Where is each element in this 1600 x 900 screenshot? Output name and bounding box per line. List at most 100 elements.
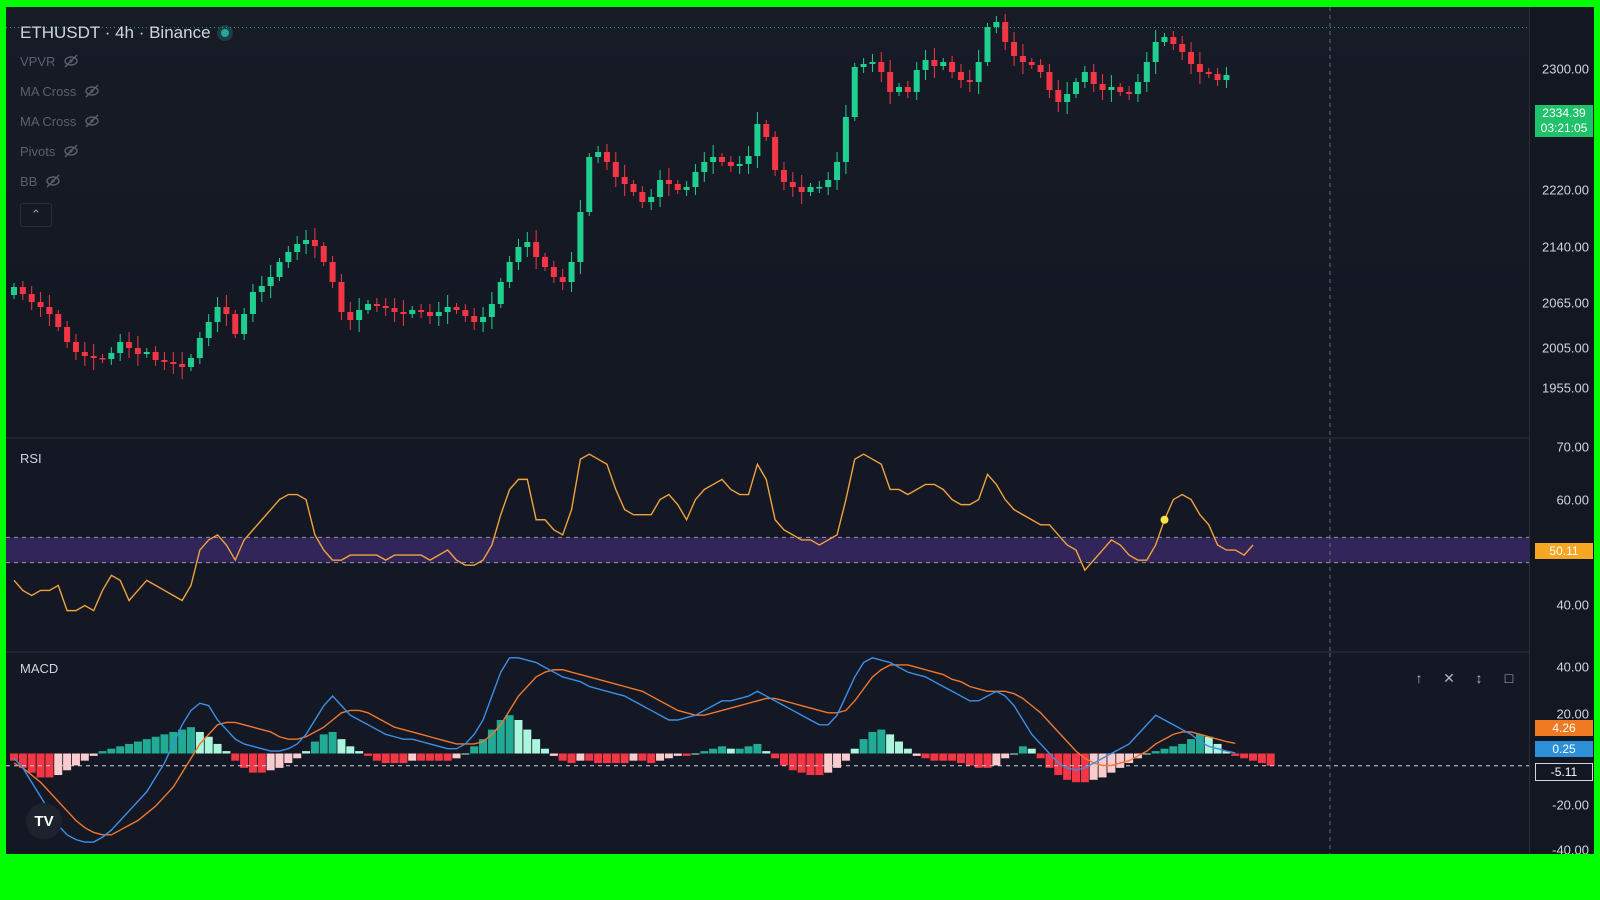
hidden-eye-icon[interactable] bbox=[45, 173, 61, 189]
candle-body bbox=[533, 242, 540, 257]
symbol-title[interactable]: ETHUSDT · 4h · Binance bbox=[20, 23, 211, 43]
collapse-pane-button[interactable]: ↕ bbox=[1468, 667, 1490, 689]
candle-body bbox=[550, 267, 557, 277]
candle-body bbox=[391, 308, 398, 312]
candle-body bbox=[701, 162, 708, 172]
maximize-pane-button[interactable]: □ bbox=[1498, 667, 1520, 689]
histogram-bar bbox=[63, 753, 72, 771]
histogram-bar bbox=[231, 753, 240, 761]
chart-frame: ETHUSDT · 4h · Binance VPVR MA Cross MA … bbox=[6, 7, 1594, 854]
candle-body bbox=[1019, 56, 1026, 62]
macd-chart[interactable] bbox=[6, 653, 1529, 854]
hidden-eye-icon[interactable] bbox=[84, 113, 100, 129]
histogram-bar bbox=[89, 753, 98, 756]
candle-body bbox=[400, 312, 407, 314]
indicator-pivots[interactable]: Pivots bbox=[20, 143, 79, 159]
candle-body bbox=[249, 292, 256, 314]
indicator-ma-cross-2[interactable]: MA Cross bbox=[20, 113, 100, 129]
price-tick: 2140.00 bbox=[1542, 239, 1589, 255]
histogram-bar bbox=[718, 746, 726, 754]
histogram-bar bbox=[585, 753, 594, 761]
histogram-bar bbox=[434, 753, 443, 761]
histogram-bar bbox=[328, 731, 337, 754]
histogram-bar bbox=[629, 753, 638, 761]
histogram-bar bbox=[965, 753, 974, 766]
candle-body bbox=[674, 184, 681, 190]
candle-body bbox=[72, 342, 79, 352]
move-pane-up-button[interactable]: ↑ bbox=[1408, 667, 1430, 689]
hidden-eye-icon[interactable] bbox=[63, 143, 79, 159]
candle-body bbox=[789, 182, 796, 187]
candle-body bbox=[126, 342, 133, 348]
macd-pane[interactable]: MACD bbox=[6, 653, 1529, 854]
histogram-bar bbox=[912, 753, 921, 756]
histogram-bar bbox=[346, 746, 355, 754]
candle-body bbox=[727, 162, 734, 166]
candle-body bbox=[887, 72, 894, 92]
candle-body bbox=[338, 282, 345, 312]
candle-body bbox=[37, 302, 44, 307]
candle-body bbox=[568, 262, 575, 282]
candle-body bbox=[710, 157, 717, 162]
candle-body bbox=[99, 358, 106, 360]
histogram-bar bbox=[903, 748, 912, 754]
remove-pane-button[interactable]: ✕ bbox=[1438, 667, 1460, 689]
histogram-bar bbox=[142, 739, 151, 754]
histogram-bar bbox=[1178, 743, 1187, 754]
histogram-bar bbox=[1195, 734, 1204, 754]
histogram-bar bbox=[133, 741, 142, 754]
rsi-chart[interactable] bbox=[6, 439, 1529, 651]
candle-body bbox=[1002, 22, 1009, 42]
histogram-bar bbox=[390, 753, 399, 764]
candle-body bbox=[258, 286, 265, 292]
histogram-bar bbox=[364, 753, 372, 756]
indicator-ma-cross[interactable]: MA Cross bbox=[20, 83, 100, 99]
histogram-bar bbox=[948, 753, 957, 761]
candle-body bbox=[497, 282, 504, 304]
histogram-bar bbox=[1160, 748, 1169, 754]
candle-body bbox=[108, 353, 115, 359]
candle-body bbox=[1134, 82, 1141, 94]
rsi-line bbox=[13, 453, 1254, 612]
price-axis[interactable]: 2300.00 2220.00 2140.00 2065.00 2005.00 … bbox=[1529, 7, 1594, 854]
histogram-bar bbox=[1249, 753, 1257, 761]
histogram-bar bbox=[939, 753, 948, 761]
collapse-legend-button[interactable]: ⌃ bbox=[20, 203, 52, 227]
candle-body bbox=[418, 310, 425, 312]
histogram-bar bbox=[1142, 753, 1151, 755]
histogram-bar bbox=[850, 748, 859, 754]
price-pane[interactable]: ETHUSDT · 4h · Binance VPVR MA Cross MA … bbox=[6, 7, 1529, 437]
indicator-bb[interactable]: BB bbox=[20, 173, 61, 189]
candle-body bbox=[303, 240, 310, 244]
histogram-bar bbox=[443, 753, 452, 761]
candlestick-chart[interactable] bbox=[6, 7, 1529, 437]
hidden-eye-icon[interactable] bbox=[63, 53, 79, 69]
candle-body bbox=[869, 62, 876, 64]
histogram-bar bbox=[98, 751, 107, 754]
histogram-bar bbox=[10, 753, 18, 761]
candle-body bbox=[90, 356, 97, 358]
close-icon: ✕ bbox=[1443, 669, 1455, 686]
histogram-bar bbox=[160, 734, 169, 754]
candle-body bbox=[851, 67, 858, 117]
histogram-bar bbox=[594, 753, 603, 764]
rsi-pane[interactable]: RSI bbox=[6, 439, 1529, 651]
tradingview-logo[interactable]: TV bbox=[26, 803, 62, 839]
histogram-bar bbox=[125, 743, 134, 754]
indicator-vpvr[interactable]: VPVR bbox=[20, 53, 79, 69]
candle-body bbox=[1188, 52, 1195, 64]
histogram-bar bbox=[337, 739, 346, 754]
hidden-eye-icon[interactable] bbox=[84, 83, 100, 99]
indicator-label: MA Cross bbox=[20, 113, 77, 129]
candle-body bbox=[807, 187, 814, 192]
candle-body bbox=[444, 307, 451, 312]
candle-body bbox=[1161, 37, 1168, 42]
indicator-label: VPVR bbox=[20, 53, 56, 69]
candle-body bbox=[480, 317, 487, 322]
histogram-bar bbox=[682, 753, 691, 756]
candle-body bbox=[1152, 42, 1159, 62]
histogram-bar bbox=[213, 743, 222, 754]
histogram-bar bbox=[541, 748, 549, 754]
candle-body bbox=[462, 310, 469, 316]
histogram-bar bbox=[602, 753, 611, 764]
